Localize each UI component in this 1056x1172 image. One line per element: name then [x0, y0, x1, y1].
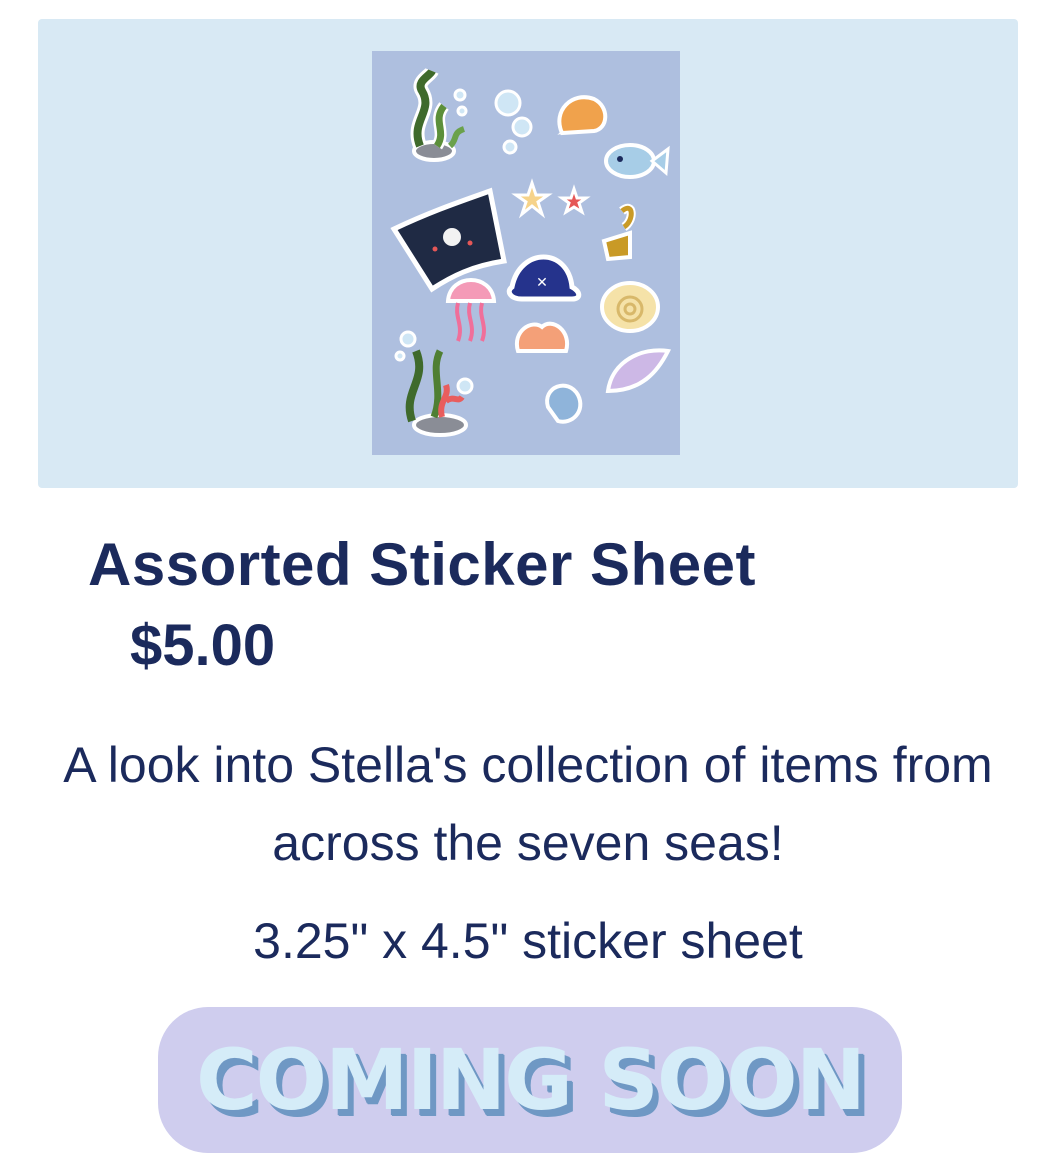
starfish-icon — [511, 178, 591, 219]
scallop-shell-icon — [557, 95, 608, 136]
product-price: $5.00 — [130, 613, 276, 678]
coming-soon-button[interactable]: COMING SOON — [158, 1007, 902, 1153]
product-image-panel: ✕ — [38, 19, 1018, 488]
snail-shell-icon — [600, 281, 660, 333]
svg-text:✕: ✕ — [536, 275, 548, 291]
fish-icon — [604, 143, 670, 179]
seaweed-icon — [410, 67, 466, 162]
jellyfish-icon — [445, 278, 497, 342]
pirate-hat-icon: ✕ — [506, 254, 582, 302]
sticker-sheet-image: ✕ — [372, 51, 680, 455]
product-description: A look into Stella's collection of items… — [63, 737, 993, 871]
seaweed-icon — [405, 349, 468, 437]
conch-shell-icon — [545, 348, 672, 424]
coral-icon — [514, 321, 570, 353]
coming-soon-label: COMING SOON — [195, 1031, 866, 1129]
product-title: Assorted Sticker Sheet — [88, 531, 756, 598]
product-size: 3.25" x 4.5" sticker sheet — [253, 913, 803, 969]
pirate-flag-icon — [390, 187, 507, 293]
hook-icon — [601, 203, 636, 262]
